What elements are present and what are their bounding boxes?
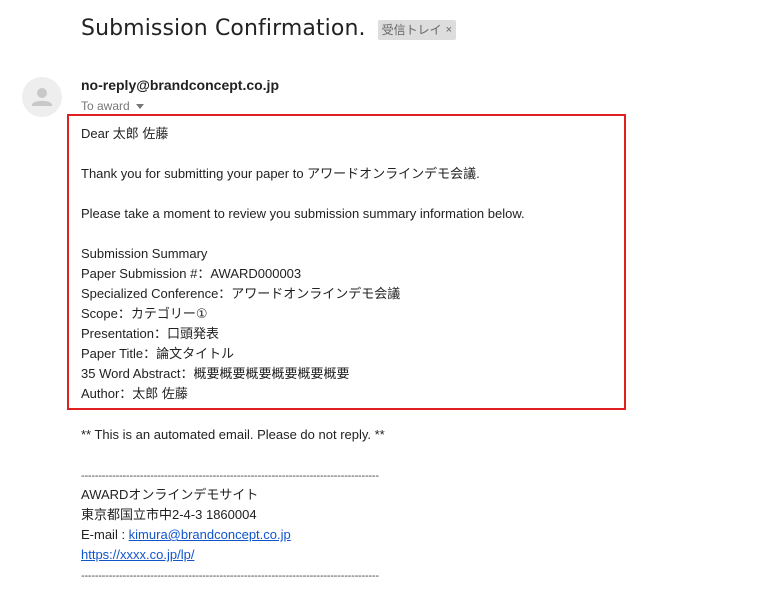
signature-site-name: AWARDオンラインデモサイト (81, 487, 259, 502)
email-header: Submission Confirmation. 受信トレイ × (81, 16, 457, 41)
person-icon (22, 77, 62, 117)
remove-label-icon[interactable]: × (446, 24, 452, 36)
email-subject: Submission Confirmation. (81, 16, 366, 41)
summary-line-conference: Specialized Conference：アワードオンラインデモ会議 (81, 286, 401, 301)
summary-line-author: Author：太郎 佐藤 (81, 386, 188, 401)
signature-address: 東京都国立市中2-4-3 1860004 (81, 507, 257, 522)
automated-notice: ** This is an automated email. Please do… (81, 427, 385, 442)
summary-title: Submission Summary (81, 246, 208, 261)
submission-summary: Submission Summary Paper Submission #：AW… (81, 244, 400, 404)
signature-email-link[interactable]: kimura@brandconcept.co.jp (129, 527, 291, 542)
review-text: Please take a moment to review you submi… (81, 206, 525, 221)
signature-divider-bottom: ----------------------------------------… (81, 570, 379, 582)
thanks-text: Thank you for submitting your paper to ア… (81, 166, 480, 181)
summary-line-paper-title: Paper Title：論文タイトル (81, 346, 235, 361)
summary-line-scope: Scope：カテゴリー① (81, 306, 208, 321)
recipient-text: To award (81, 99, 130, 113)
signature-divider-top: ----------------------------------------… (81, 470, 379, 482)
signature-block: AWARDオンラインデモサイト 東京都国立市中2-4-3 1860004 E-m… (81, 485, 291, 565)
signature-email-line: E-mail : kimura@brandconcept.co.jp (81, 525, 291, 545)
summary-line-paper-number: Paper Submission #：AWARD000003 (81, 266, 302, 281)
greeting-text: Dear 太郎 佐藤 (81, 126, 169, 141)
sender-address: no-reply@brandconcept.co.jp (81, 77, 280, 93)
sender-avatar (22, 77, 62, 117)
inbox-label-text: 受信トレイ (381, 23, 442, 37)
inbox-label-chip[interactable]: 受信トレイ × (377, 20, 457, 40)
summary-line-presentation: Presentation：口頭発表 (81, 326, 219, 341)
recipient-details-toggle[interactable]: To award (81, 99, 144, 113)
dropdown-caret-icon (135, 103, 144, 109)
signature-url-line: https://xxxx.co.jp/lp/ (81, 545, 291, 565)
signature-url-link[interactable]: https://xxxx.co.jp/lp/ (81, 547, 194, 562)
signature-email-prefix: E-mail : (81, 527, 129, 542)
summary-line-abstract: 35 Word Abstract：概要概要概要概要概要概要 (81, 366, 350, 381)
